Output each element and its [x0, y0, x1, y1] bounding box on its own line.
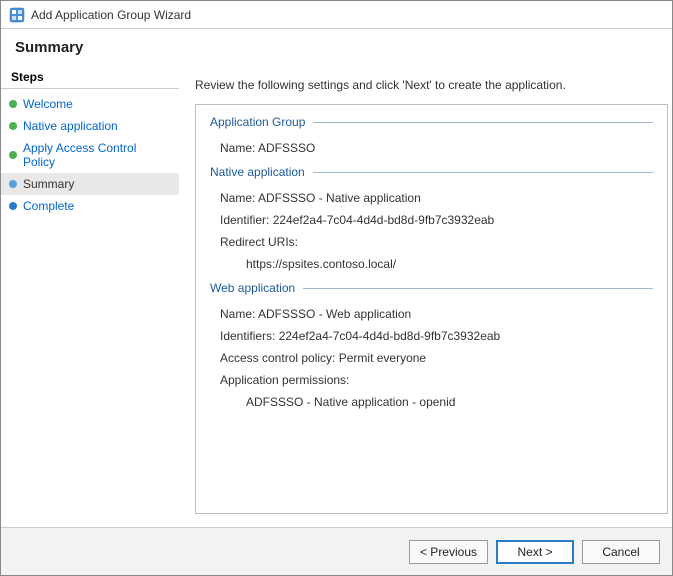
section-application-group: Application Group — [210, 115, 653, 129]
bullet-icon — [9, 122, 17, 130]
bullet-icon — [9, 151, 17, 159]
window-title: Add Application Group Wizard — [31, 8, 191, 22]
steps-header: Steps — [1, 68, 179, 89]
nativeapp-name: Name: ADFSSSO - Native application — [210, 187, 653, 209]
webapp-identifiers: Identifiers: 224ef2a4-7c04-4d4d-bd8d-9fb… — [210, 325, 653, 347]
app-icon — [9, 7, 25, 23]
field-label: Identifiers: — [220, 329, 275, 343]
section-native-application: Native application — [210, 165, 653, 179]
step-label: Native application — [23, 119, 118, 133]
step-label: Complete — [23, 199, 74, 213]
webapp-access-control-policy: Access control policy: Permit everyone — [210, 347, 653, 369]
cancel-button[interactable]: Cancel — [582, 540, 660, 564]
wizard-header: Summary — [1, 29, 672, 64]
step-label: Summary — [23, 177, 74, 191]
field-value: 224ef2a4-7c04-4d4d-bd8d-9fb7c3932eab — [279, 329, 501, 343]
field-value: ADFSSSO - Native application — [258, 191, 421, 205]
step-label: Apply Access Control Policy — [23, 141, 171, 169]
webapp-permissions-label: Application permissions: — [210, 369, 653, 391]
wizard-footer: < Previous Next > Cancel — [1, 527, 672, 575]
field-value: ADFSSSO — [258, 141, 315, 155]
nativeapp-redirect-label: Redirect URIs: — [210, 231, 653, 253]
step-welcome[interactable]: Welcome — [1, 93, 179, 115]
field-value: ADFSSSO - Web application — [258, 307, 411, 321]
field-value: 224ef2a4-7c04-4d4d-bd8d-9fb7c3932eab — [273, 213, 495, 227]
bullet-icon — [9, 202, 17, 210]
main-panel: Review the following settings and click … — [179, 64, 672, 522]
appgroup-name: Name: ADFSSSO — [210, 137, 653, 159]
step-summary[interactable]: Summary — [1, 173, 179, 195]
nativeapp-redirect-value: https://spsites.contoso.local/ — [210, 253, 653, 275]
step-apply-access-control-policy[interactable]: Apply Access Control Policy — [1, 137, 179, 173]
bullet-icon — [9, 180, 17, 188]
steps-sidebar: Steps Welcome Native application Apply A… — [1, 64, 179, 522]
section-web-application: Web application — [210, 281, 653, 295]
field-value: Permit everyone — [339, 351, 426, 365]
field-label: Name: — [220, 307, 255, 321]
field-label: Access control policy: — [220, 351, 335, 365]
step-native-application[interactable]: Native application — [1, 115, 179, 137]
summary-box: Application Group Name: ADFSSSO Native a… — [195, 104, 668, 514]
previous-button[interactable]: < Previous — [409, 540, 488, 564]
nativeapp-identifier: Identifier: 224ef2a4-7c04-4d4d-bd8d-9fb7… — [210, 209, 653, 231]
titlebar: Add Application Group Wizard — [1, 1, 672, 29]
page-title: Summary — [15, 39, 658, 56]
instruction-text: Review the following settings and click … — [195, 72, 668, 104]
step-complete[interactable]: Complete — [1, 195, 179, 217]
field-label: Identifier: — [220, 213, 269, 227]
webapp-name: Name: ADFSSSO - Web application — [210, 303, 653, 325]
bullet-icon — [9, 100, 17, 108]
field-label: Name: — [220, 191, 255, 205]
step-label: Welcome — [23, 97, 73, 111]
webapp-permissions-value: ADFSSSO - Native application - openid — [210, 391, 653, 413]
content-area: Steps Welcome Native application Apply A… — [1, 64, 672, 522]
field-label: Name: — [220, 141, 255, 155]
next-button[interactable]: Next > — [496, 540, 574, 564]
